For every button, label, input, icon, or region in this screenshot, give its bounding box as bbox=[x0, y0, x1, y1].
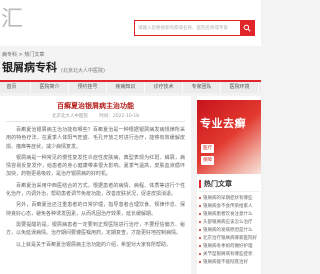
hot-article-title: 头部银屑病应该怎么治疗 bbox=[203, 220, 253, 225]
hot-article-link[interactable]: 银屑病会不会传染给家人 bbox=[199, 203, 259, 211]
article-body: 百癣夏治银屑病主治功能有哪些？百癣夏治是一种根据银屑病发病规律所采用的特色疗法，… bbox=[6, 126, 185, 252]
nav-item-environment[interactable]: 医院环境 bbox=[221, 82, 259, 93]
site-logo[interactable]: 汇 bbox=[1, 6, 23, 34]
search-icon bbox=[243, 24, 251, 32]
hot-article-link[interactable]: 银屑病的发病原因是什么 bbox=[199, 227, 259, 235]
search-bar bbox=[134, 20, 255, 36]
hot-article-link[interactable]: 银屑病的早期症状有哪些 bbox=[199, 195, 259, 203]
promo-banner[interactable]: 专业去癣 医疗 保障 bbox=[197, 100, 261, 174]
hot-article-title: 银屑病能不能彻底治好 bbox=[203, 260, 248, 265]
bullet-icon bbox=[199, 220, 201, 223]
article-title: 百癣夏治银屑病主治功能 bbox=[57, 102, 134, 110]
nav-item-experts[interactable]: 专家团队 bbox=[183, 82, 221, 93]
article-paragraph: 银屑病是一种常见的慢性复发性炎症性皮肤病，典型表现为红斑、鳞屑，病情容易反复发作… bbox=[6, 154, 185, 178]
breadcrumb[interactable]: 病专科 > 热门文章 bbox=[2, 51, 44, 58]
sidebar: 专业去癣 医疗 保障 热门文章 银屑病的早期症状有哪些 银屑病会不会传染给家人 … bbox=[197, 96, 261, 274]
bullet-icon bbox=[199, 212, 201, 215]
article-divider bbox=[6, 121, 185, 122]
hot-article-title: 银屑病的早期症状有哪些 bbox=[203, 196, 253, 201]
nav-item-appointment[interactable]: 预约挂号 bbox=[69, 82, 107, 93]
bullet-icon bbox=[199, 196, 201, 199]
hot-articles-divider bbox=[199, 191, 259, 192]
hot-article-title: 银屑病患者饮食注意什么 bbox=[203, 212, 253, 217]
hot-article-link[interactable]: 关节型银屑病有哪些症状 bbox=[199, 251, 259, 259]
article-paragraph: 以上就是关于百癣夏治银屑病主治功能的介绍，希望对大家有所帮助。 bbox=[16, 241, 172, 248]
bullet-icon bbox=[199, 252, 201, 255]
hot-article-link[interactable]: 银屑病能不能彻底治好 bbox=[199, 259, 259, 267]
nav-item-home[interactable]: 首页 bbox=[0, 82, 31, 93]
article-card: 百癣夏治银屑病主治功能 北京北大人中医院 时间：2022-10-18 百癣夏治银… bbox=[0, 96, 191, 274]
search-button[interactable] bbox=[240, 21, 254, 35]
nav-item-hospital-intro[interactable]: 医院简介 bbox=[31, 82, 69, 93]
article-paragraph: 需要提醒的是，银屑病患者一定要到正规医院进行治疗，不要轻信偏方、秘方，以免延误病… bbox=[6, 221, 185, 237]
main-nav: 首页 医院简介 预约挂号 疾病知识 诊疗技术 专家团队 医院环境 bbox=[0, 80, 261, 93]
search-input[interactable] bbox=[138, 21, 240, 35]
article-date: 时间：2022-10-18 bbox=[99, 114, 140, 119]
hot-articles-list: 银屑病的早期症状有哪些 银屑病会不会传染给家人 银屑病患者饮食注意什么 头部银屑… bbox=[199, 195, 259, 267]
hot-article-link[interactable]: 银屑病冬季如何做好护理 bbox=[199, 243, 259, 251]
promo-badge: 医疗 bbox=[201, 144, 214, 153]
article-source: 北京北大人中医院 bbox=[51, 114, 88, 119]
hot-article-title: 银屑病会不会传染给家人 bbox=[203, 204, 253, 209]
bullet-icon bbox=[199, 236, 201, 239]
site-header: 汇 bbox=[0, 0, 261, 46]
site-subtitle: (北京北大人中医院) bbox=[61, 68, 105, 74]
bullet-icon bbox=[199, 228, 201, 231]
article-paragraph: 百癣夏治银屑病主治功能有哪些？百癣夏治是一种根据银屑病发病规律所采用的特色疗法，… bbox=[6, 127, 185, 150]
bullet-icon bbox=[199, 204, 201, 207]
promo-headline: 专业去癣 bbox=[200, 117, 246, 130]
nav-item-treatment[interactable]: 诊疗技术 bbox=[145, 82, 183, 93]
hot-article-link[interactable]: 北京治疗银屑病哪家医院好 bbox=[199, 235, 259, 243]
article-paragraph: 另外，百癣夏治还注重患者的日常护理，指导患者合理饮食、规律作息、保持良好心态，避… bbox=[6, 202, 185, 217]
hot-articles-heading: 热门文章 bbox=[199, 180, 261, 188]
hot-article-link[interactable]: 头部银屑病应该怎么治疗 bbox=[199, 219, 259, 227]
site-title: 银屑病专科 bbox=[2, 61, 57, 74]
hot-article-title: 银屑病冬季如何做好护理 bbox=[203, 244, 253, 249]
hot-article-title: 北京治疗银屑病哪家医院好 bbox=[203, 236, 257, 241]
bullet-icon bbox=[199, 260, 201, 263]
hot-article-title: 银屑病的发病原因是什么 bbox=[203, 228, 253, 233]
bullet-icon bbox=[199, 244, 201, 247]
article-meta: 北京北大人中医院 时间：2022-10-18 bbox=[0, 113, 191, 119]
hot-article-link[interactable]: 银屑病患者饮食注意什么 bbox=[199, 211, 259, 219]
article-paragraph: 百癣夏治采用中西医结合的方式，根据患者的病情、病程、体质等进行个性化治疗，内调外… bbox=[6, 182, 185, 198]
hot-article-title: 关节型银屑病有哪些症状 bbox=[203, 252, 253, 257]
promo-badge: 保障 bbox=[201, 156, 214, 165]
nav-item-disease-knowledge[interactable]: 疾病知识 bbox=[107, 82, 145, 93]
